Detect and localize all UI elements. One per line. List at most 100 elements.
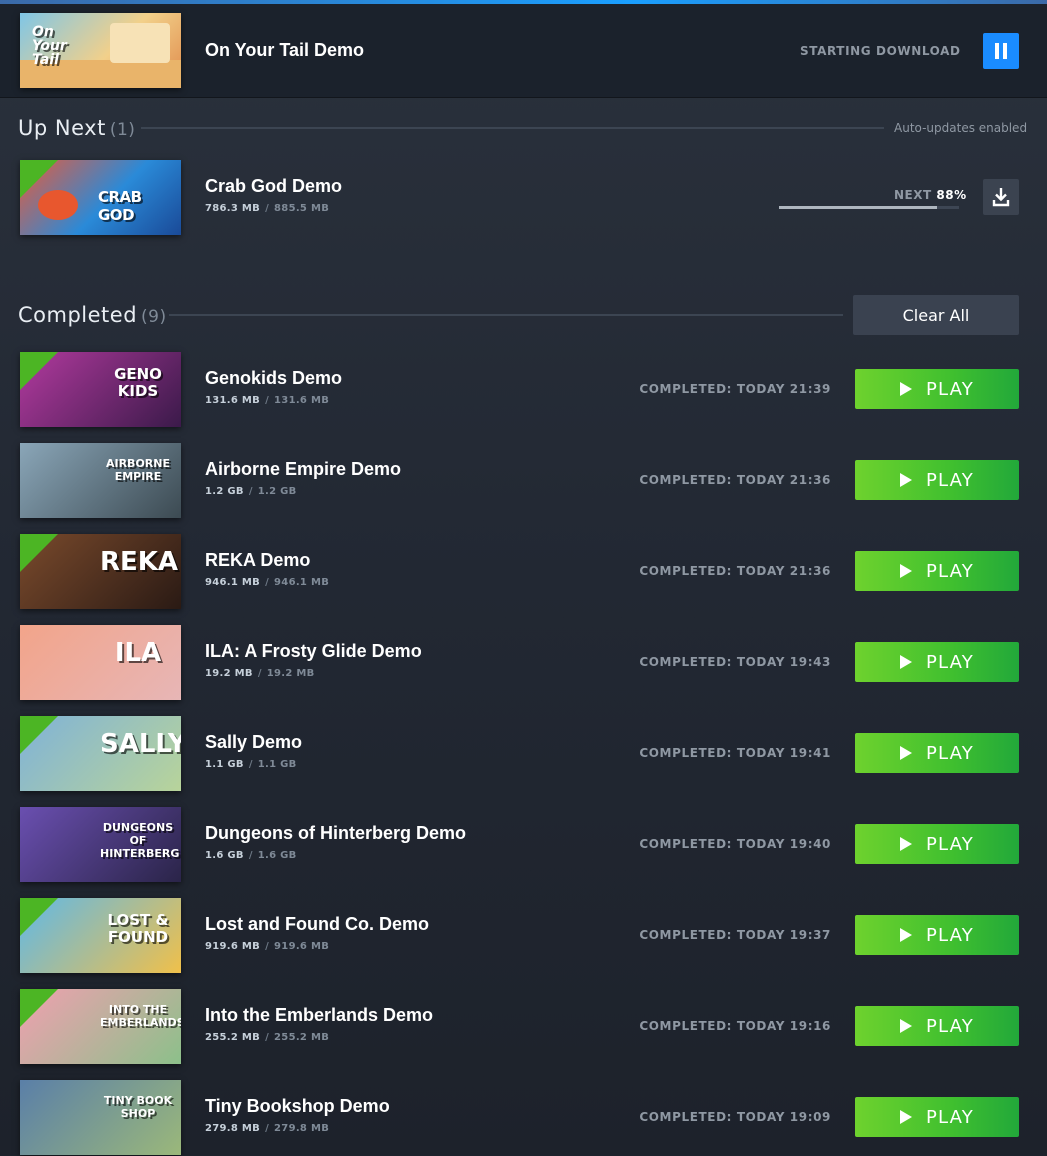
- size-downloaded: 255.2 MB: [205, 1032, 261, 1043]
- game-title: Sally Demo: [205, 732, 303, 752]
- play-button[interactable]: PLAY: [855, 733, 1019, 773]
- completed-row[interactable]: SALLY Sally Demo 1.1 GB/1.1 GB COMPLETED: T…: [0, 716, 1047, 796]
- size-downloaded: 1.1 GB: [205, 759, 244, 770]
- completed-row[interactable]: DUNGEONS OF HINTERBERG Dungeons of Hinter…: [0, 807, 1047, 887]
- play-icon: [899, 746, 912, 760]
- top-progress-strip: [0, 0, 1047, 4]
- next-progress-label: NEXT 88%: [894, 188, 967, 202]
- game-size: 946.1 MB/946.1 MB: [205, 577, 330, 588]
- play-label: PLAY: [925, 1015, 974, 1037]
- play-button[interactable]: PLAY: [855, 551, 1019, 591]
- play-label: PLAY: [925, 378, 974, 400]
- game-title: Airborne Empire Demo: [205, 459, 402, 479]
- completed-row[interactable]: LOST & FOUND Lost and Found Co. Demo 919.6…: [0, 898, 1047, 978]
- game-size: 19.2 MB/19.2 MB: [205, 668, 315, 679]
- play-icon: [899, 928, 912, 942]
- game-thumbnail[interactable]: INTO THE EMBERLANDS: [20, 989, 181, 1064]
- next-progress-fill: [779, 206, 938, 209]
- completed-divider: [169, 314, 843, 316]
- up-next-title: Up Next: [18, 116, 106, 140]
- size-downloaded: 1.6 GB: [205, 850, 244, 861]
- game-title: REKA Demo: [205, 550, 311, 570]
- completed-row[interactable]: GENO KIDS Genokids Demo 131.6 MB/131.6 MB C…: [0, 352, 1047, 432]
- completed-status: COMPLETED: TODAY 19:40: [639, 837, 831, 851]
- size-downloaded: 946.1 MB: [205, 577, 261, 588]
- up-next-divider: [141, 127, 884, 129]
- game-title: ILA: A Frosty Glide Demo: [205, 641, 422, 661]
- completed-status: COMPLETED: TODAY 19:16: [639, 1019, 831, 1033]
- crab-god-thumbnail[interactable]: CRAB GOD: [20, 160, 181, 235]
- size-total: 131.6 MB: [274, 395, 330, 406]
- up-next-heading: Up Next (1): [18, 116, 135, 140]
- play-label: PLAY: [925, 924, 974, 946]
- crab-god-art-text: CRAB GOD: [98, 188, 142, 224]
- pause-button[interactable]: [983, 33, 1019, 69]
- game-thumbnail[interactable]: GENO KIDS: [20, 352, 181, 427]
- active-download-panel: On Your Tail On Your Tail Demo STARTING …: [0, 0, 1047, 98]
- active-game-thumbnail[interactable]: On Your Tail: [20, 13, 181, 88]
- auto-updates-label[interactable]: Auto-updates enabled: [894, 121, 1027, 135]
- size-downloaded: 1.2 GB: [205, 486, 244, 497]
- play-button[interactable]: PLAY: [855, 1097, 1019, 1137]
- game-size: 1.1 GB/1.1 GB: [205, 759, 297, 770]
- play-button[interactable]: PLAY: [855, 369, 1019, 409]
- play-button[interactable]: PLAY: [855, 915, 1019, 955]
- game-thumbnail[interactable]: AIRBORNE EMPIRE: [20, 443, 181, 518]
- game-title: Lost and Found Co. Demo: [205, 914, 429, 934]
- size-total: 885.5 MB: [274, 203, 330, 214]
- game-thumbnail[interactable]: SALLY: [20, 716, 181, 791]
- completed-title: Completed: [18, 303, 138, 327]
- play-button[interactable]: PLAY: [855, 460, 1019, 500]
- completed-row[interactable]: AIRBORNE EMPIRE Airborne Empire Demo 1.2 G…: [0, 443, 1047, 523]
- completed-row[interactable]: ILA ILA: A Frosty Glide Demo 19.2 MB/19.2 …: [0, 625, 1047, 705]
- game-art-text: SALLY: [100, 729, 181, 759]
- game-title: Into the Emberlands Demo: [205, 1005, 434, 1025]
- game-thumbnail[interactable]: REKA: [20, 534, 181, 609]
- completed-count: (9): [141, 307, 167, 327]
- game-size: 279.8 MB/279.8 MB: [205, 1123, 330, 1134]
- download-button[interactable]: [983, 179, 1019, 215]
- play-label: PLAY: [925, 742, 974, 764]
- game-thumbnail[interactable]: ILA: [20, 625, 181, 700]
- game-thumbnail[interactable]: DUNGEONS OF HINTERBERG: [20, 807, 181, 882]
- play-icon: [899, 1110, 912, 1124]
- play-button[interactable]: PLAY: [855, 642, 1019, 682]
- game-thumbnail[interactable]: TINY BOOK SHOP: [20, 1080, 181, 1155]
- game-art-text: LOST & FOUND: [107, 911, 169, 946]
- completed-status: COMPLETED: TODAY 19:41: [639, 746, 831, 760]
- game-art-text: DUNGEONS OF HINTERBERG: [100, 821, 180, 860]
- clear-all-button[interactable]: Clear All: [853, 295, 1019, 335]
- game-thumbnail[interactable]: LOST & FOUND: [20, 898, 181, 973]
- completed-row[interactable]: REKA REKA Demo 946.1 MB/946.1 MB COMPLETED:…: [0, 534, 1047, 614]
- play-label: PLAY: [925, 469, 974, 491]
- game-title: Genokids Demo: [205, 368, 343, 388]
- play-icon: [899, 1019, 912, 1033]
- play-label: PLAY: [925, 560, 974, 582]
- completed-status: COMPLETED: TODAY 19:37: [639, 928, 831, 942]
- demo-badge: [20, 989, 58, 1027]
- play-button[interactable]: PLAY: [855, 824, 1019, 864]
- play-button[interactable]: PLAY: [855, 1006, 1019, 1046]
- game-size: 919.6 MB/919.6 MB: [205, 941, 330, 952]
- game-art-text: TINY BOOK SHOP: [103, 1094, 173, 1120]
- size-total: 1.2 GB: [257, 486, 297, 497]
- completed-row[interactable]: INTO THE EMBERLANDS Into the Emberlands D…: [0, 989, 1047, 1069]
- size-total: 19.2 MB: [266, 668, 315, 679]
- download-icon: [992, 188, 1010, 207]
- play-label: PLAY: [925, 1106, 974, 1128]
- play-icon: [899, 473, 912, 487]
- size-total: 279.8 MB: [274, 1123, 330, 1134]
- play-icon: [899, 564, 912, 578]
- completed-row[interactable]: TINY BOOK SHOP Tiny Bookshop Demo 279.8 MB…: [0, 1080, 1047, 1156]
- completed-status: COMPLETED: TODAY 21:36: [639, 564, 831, 578]
- size-total: 255.2 MB: [274, 1032, 330, 1043]
- play-icon: [899, 655, 912, 669]
- completed-status: COMPLETED: TODAY 19:43: [639, 655, 831, 669]
- size-total: 919.6 MB: [274, 941, 330, 952]
- demo-badge: [20, 160, 58, 198]
- size-downloaded: 919.6 MB: [205, 941, 261, 952]
- up-next-size: 786.3 MB/885.5 MB: [205, 203, 330, 214]
- play-label: PLAY: [925, 833, 974, 855]
- active-download-status: STARTING DOWNLOAD: [800, 44, 961, 58]
- size-downloaded: 19.2 MB: [205, 668, 253, 679]
